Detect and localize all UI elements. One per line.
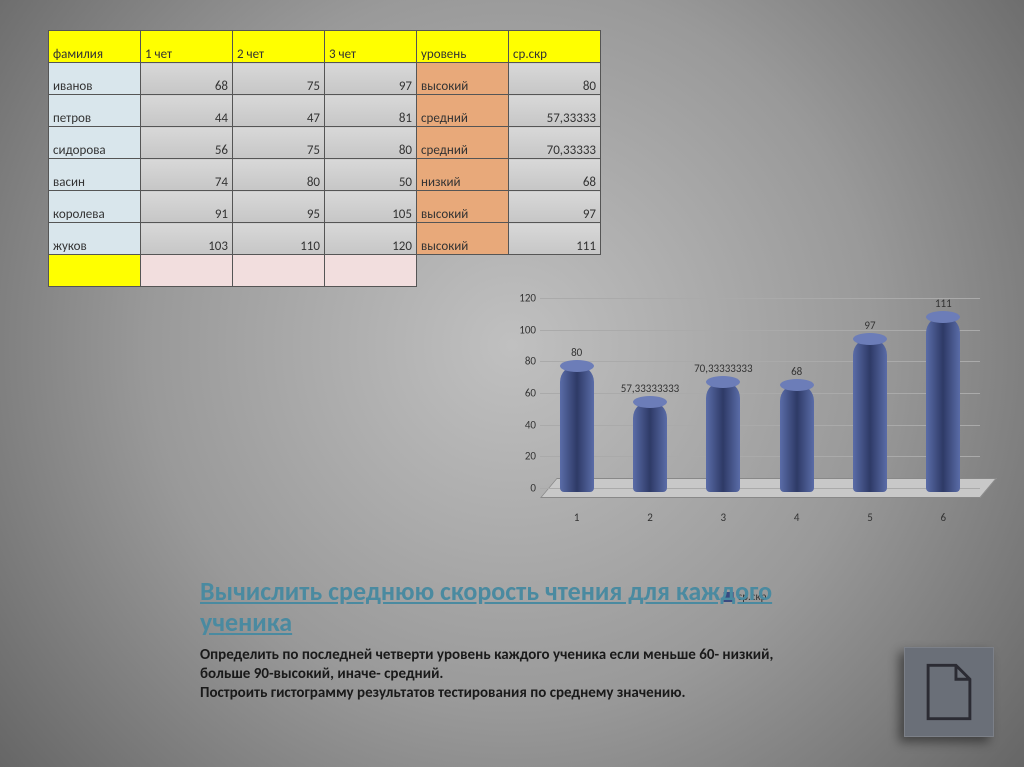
x-tick-label: 1 [562,511,592,524]
y-tick-label: 100 [510,323,536,336]
table-row: иванов687597высокий80 [49,63,601,95]
chart-bar [853,338,887,492]
task-body: Определить по последней четверти уровень… [200,646,820,702]
table-row: петров444781средний57,33333 [49,95,601,127]
y-tick-label: 120 [510,292,536,305]
bar-value-label: 68 [752,365,842,378]
y-tick-label: 40 [510,418,536,431]
table-footer-row [49,255,601,287]
data-table: фамилия 1 чет 2 чет 3 чет уровень ср.скр… [48,30,601,287]
x-tick-label: 5 [855,511,885,524]
bar-value-label: 57,33333333 [605,382,695,395]
bar-value-label: 80 [532,346,622,359]
x-tick-label: 3 [708,511,738,524]
chart-bar [560,365,594,492]
col-name: фамилия [49,31,141,63]
x-tick-label: 2 [635,511,665,524]
col-level: уровень [417,31,509,63]
chart-bar [706,381,740,492]
table-row: жуков103110120высокий111 [49,223,601,255]
y-tick-label: 0 [510,482,536,495]
x-tick-label: 4 [782,511,812,524]
chart-bar [780,384,814,492]
col-q3: 3 чет [325,31,417,63]
col-q1: 1 чет [141,31,233,63]
document-icon[interactable] [904,647,994,737]
x-tick-label: 6 [928,511,958,524]
y-tick-label: 20 [510,450,536,463]
bar-chart: 02040608010012080157,33333333270,3333333… [500,298,990,553]
table-row: васин748050низкий68 [49,159,601,191]
bar-value-label: 111 [898,297,988,310]
task-heading: Вычислить среднюю скорость чтения для ка… [200,576,820,638]
col-avg: ср.скр [509,31,601,63]
chart-bar [633,401,667,492]
bar-value-label: 97 [825,319,915,332]
table-row: королева9195105высокий97 [49,191,601,223]
col-q2: 2 чет [233,31,325,63]
table-header-row: фамилия 1 чет 2 чет 3 чет уровень ср.скр [49,31,601,63]
chart-bar [926,316,960,492]
y-tick-label: 60 [510,387,536,400]
table-row: сидорова567580средний70,33333 [49,127,601,159]
